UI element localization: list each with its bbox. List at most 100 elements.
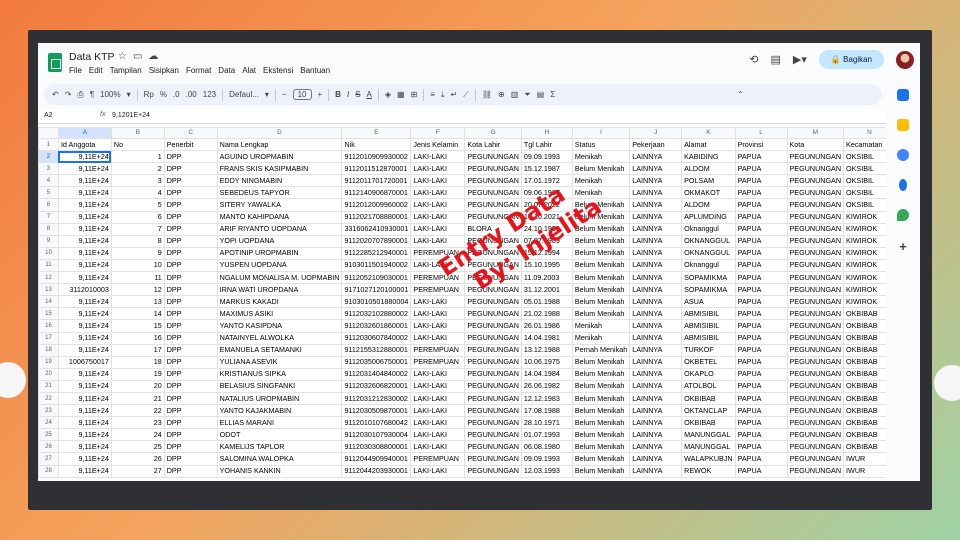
filter-icon[interactable]: ⏷ bbox=[524, 90, 530, 100]
table-cell[interactable]: YUSPEN UOPDANA bbox=[216, 258, 343, 273]
table-cell[interactable]: Oknanggul bbox=[681, 222, 736, 236]
row-number[interactable]: 27 bbox=[38, 452, 59, 466]
table-cell[interactable]: SITERY YAWALKA bbox=[216, 198, 343, 212]
table-cell[interactable]: PAPUA bbox=[734, 258, 788, 273]
table-cell[interactable]: 9,11E+24 bbox=[57, 150, 112, 164]
table-cell[interactable]: DPP bbox=[163, 307, 218, 321]
table-cell[interactable]: 9112052109030001 bbox=[341, 271, 412, 285]
table-cell[interactable]: LAKI-LAKI bbox=[410, 391, 466, 406]
table-cell[interactable]: 7 bbox=[110, 222, 165, 236]
table-cell[interactable]: PAPUA bbox=[734, 210, 788, 224]
table-cell[interactable]: LAKI-LAKI bbox=[410, 186, 466, 200]
table-cell[interactable]: 2 bbox=[110, 162, 165, 176]
table-cell[interactable]: 11.09.2003 bbox=[520, 271, 573, 285]
table-cell[interactable]: PEGUNUNGAN bbox=[464, 355, 522, 369]
table-cell[interactable]: 11 bbox=[110, 271, 165, 285]
table-cell[interactable]: LAINNYA bbox=[629, 355, 683, 369]
table-cell[interactable]: 25 bbox=[110, 440, 165, 454]
table-cell[interactable]: PEGUNUNGAN bbox=[464, 428, 522, 442]
table-cell[interactable]: PEGUNUNGAN bbox=[786, 210, 845, 224]
table-cell[interactable]: 9,11E+24 bbox=[57, 246, 112, 260]
table-cell[interactable]: LAINNYA bbox=[629, 391, 683, 406]
table-cell[interactable]: 12.12.1983 bbox=[520, 391, 573, 406]
star-icon[interactable]: ☆ bbox=[118, 51, 133, 62]
table-cell[interactable]: 31.12.2001 bbox=[520, 283, 573, 297]
table-cell[interactable]: PAPUA bbox=[734, 464, 788, 478]
table-cell[interactable]: 05.01.1988 bbox=[520, 295, 573, 309]
add-addon-icon[interactable]: + bbox=[899, 239, 907, 254]
table-cell[interactable]: Belum Menikah bbox=[571, 440, 631, 454]
table-cell[interactable]: LAKI-LAKI bbox=[410, 162, 466, 176]
table-cell[interactable]: 16 bbox=[110, 331, 165, 345]
table-cell[interactable]: PEGUNUNGAN bbox=[464, 246, 522, 260]
table-cell[interactable]: ODOT bbox=[216, 428, 343, 442]
table-cell[interactable]: OKAPLO bbox=[681, 367, 736, 381]
table-cell[interactable]: PEGUNUNGAN bbox=[464, 174, 522, 188]
table-cell[interactable]: PEGUNUNGAN bbox=[786, 440, 845, 454]
table-cell[interactable]: Belum Menikah bbox=[571, 162, 631, 176]
table-cell[interactable]: DPP bbox=[163, 319, 218, 333]
table-cell[interactable]: 06.08.1980 bbox=[520, 440, 573, 454]
row-number[interactable]: 8 bbox=[38, 222, 59, 236]
table-cell[interactable]: 3316062410930001 bbox=[341, 222, 412, 236]
table-cell[interactable]: SOPAMIKMA bbox=[681, 271, 736, 285]
row-number[interactable]: 24 bbox=[38, 416, 59, 430]
table-cell[interactable]: PEGUNUNGAN bbox=[786, 198, 845, 212]
table-cell[interactable]: 14.04.1981 bbox=[520, 331, 573, 345]
table-cell[interactable]: LAKI-LAKI bbox=[410, 379, 466, 393]
table-cell[interactable]: 9,11E+24 bbox=[57, 391, 112, 406]
undo-icon[interactable]: ↶ bbox=[52, 90, 59, 99]
header-cell[interactable]: Penerbit bbox=[163, 137, 218, 152]
table-cell[interactable]: PEGUNUNGAN bbox=[464, 234, 522, 248]
table-cell[interactable]: SEBEDEUS TAPYOR bbox=[216, 186, 343, 200]
table-cell[interactable]: NATALIUS UROPMABIN bbox=[216, 391, 343, 406]
table-cell[interactable]: 9112010107680042 bbox=[341, 416, 412, 430]
table-cell[interactable]: PEGUNUNGAN bbox=[786, 283, 845, 297]
row-number[interactable]: 7 bbox=[38, 210, 59, 224]
decrease-decimal-button[interactable]: .0 bbox=[173, 90, 180, 99]
maps-icon[interactable] bbox=[897, 209, 909, 221]
table-cell[interactable]: PEREMPUAN bbox=[410, 283, 466, 297]
table-cell[interactable]: PAPUA bbox=[734, 307, 788, 321]
row-number[interactable]: 25 bbox=[38, 428, 59, 442]
table-cell[interactable]: 9,11E+24 bbox=[57, 234, 112, 248]
table-cell[interactable]: 9,11E+24 bbox=[57, 404, 112, 418]
table-cell[interactable]: 13.12.1988 bbox=[520, 343, 573, 357]
add-comment-icon[interactable]: ⊕ bbox=[498, 90, 505, 99]
table-cell[interactable]: PEGUNUNGAN bbox=[786, 174, 845, 188]
table-cell[interactable]: PEGUNUNGAN bbox=[786, 162, 845, 176]
column-header-b[interactable]: B bbox=[110, 127, 165, 139]
paint-format-icon[interactable]: ¶ bbox=[90, 90, 94, 99]
table-cell[interactable]: LAKI-LAKI bbox=[410, 210, 466, 224]
chart-icon[interactable]: ▥ bbox=[511, 90, 519, 99]
table-cell[interactable]: 3112010003 bbox=[57, 283, 112, 297]
table-cell[interactable]: Belum Menikah bbox=[571, 307, 631, 321]
table-cell[interactable]: LAINNYA bbox=[629, 283, 683, 297]
table-cell[interactable]: 8 bbox=[110, 234, 165, 248]
table-cell[interactable]: PEGUNUNGAN bbox=[786, 246, 845, 260]
comment-icon[interactable]: ▤ bbox=[771, 53, 781, 66]
table-cell[interactable]: 17.10.2021 bbox=[520, 210, 573, 224]
table-cell[interactable]: 9112035006750001 bbox=[341, 355, 412, 369]
table-cell[interactable]: ALDOM bbox=[681, 162, 736, 176]
table-cell[interactable]: 9,11E+24 bbox=[57, 452, 112, 466]
table-cell[interactable]: LAINNYA bbox=[629, 428, 683, 442]
table-cell[interactable]: 07.07.1989 bbox=[520, 234, 573, 248]
row-number[interactable]: 17 bbox=[38, 331, 59, 345]
sheets-logo-icon[interactable] bbox=[48, 53, 62, 72]
table-cell[interactable]: 9,11E+24 bbox=[57, 428, 112, 442]
header-cell[interactable]: No bbox=[110, 137, 165, 152]
table-cell[interactable]: 9112155312880001 bbox=[341, 343, 412, 357]
table-cell[interactable]: PEGUNUNGAN bbox=[786, 404, 845, 418]
table-cell[interactable]: MANUNGGAL bbox=[681, 440, 736, 454]
table-cell[interactable]: PEGUNUNGAN bbox=[786, 295, 845, 309]
table-cell[interactable]: Belum Menikah bbox=[571, 355, 631, 369]
table-cell[interactable]: LAINNYA bbox=[629, 234, 683, 248]
table-cell[interactable]: EMANUELA SETAMANKI bbox=[216, 343, 343, 357]
table-cell[interactable]: 9,11E+24 bbox=[57, 343, 112, 357]
table-cell[interactable]: DPP bbox=[163, 355, 218, 369]
table-cell[interactable]: Belum Menikah bbox=[571, 416, 631, 430]
column-header-e[interactable]: E bbox=[341, 127, 412, 139]
table-cell[interactable]: PAPUA bbox=[734, 428, 788, 442]
table-cell[interactable]: ABMISIBIL bbox=[681, 307, 736, 321]
